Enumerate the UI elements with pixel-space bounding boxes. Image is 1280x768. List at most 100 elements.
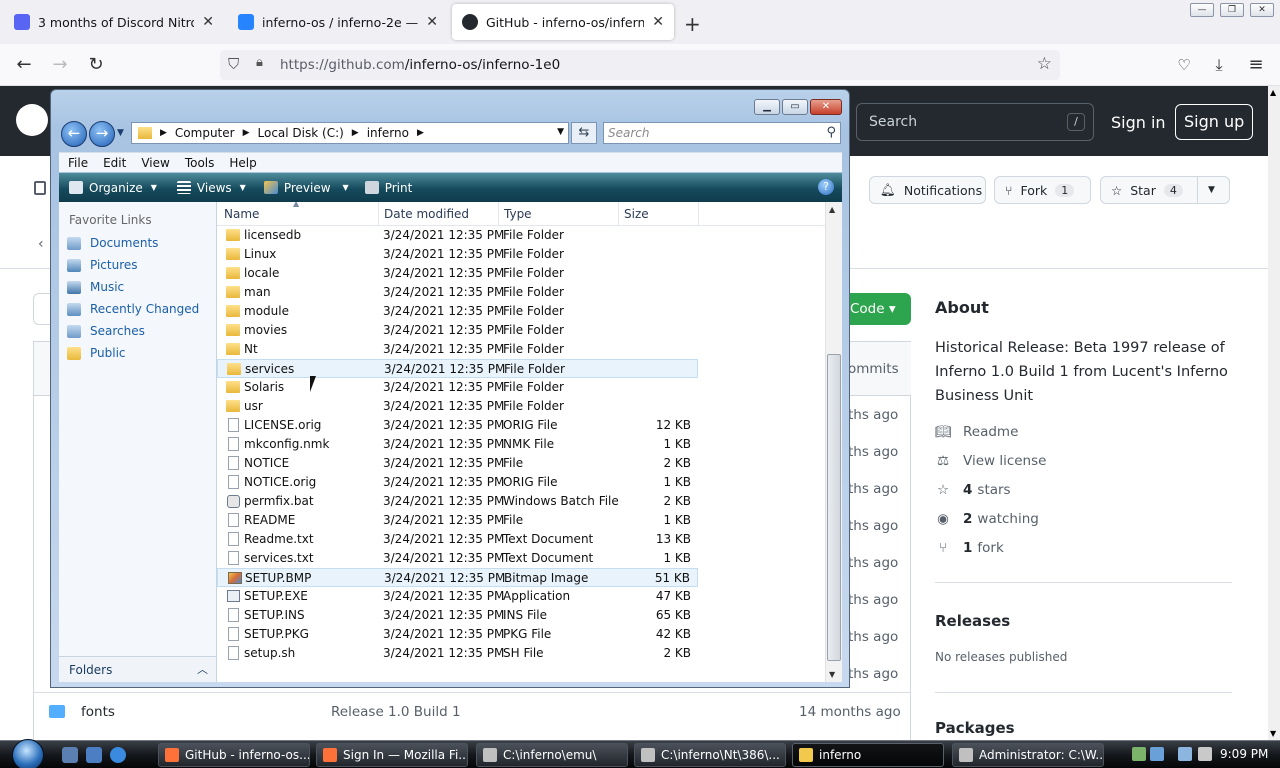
views-button[interactable]: Views ▼ [176, 181, 246, 195]
column-divider[interactable] [378, 202, 379, 226]
folders-toggle[interactable]: Folders ︿ [59, 656, 216, 682]
chevron-left-icon[interactable]: ‹ [38, 236, 44, 252]
breadcrumb-computer[interactable]: Computer [175, 126, 235, 140]
search-input[interactable]: Search / [856, 103, 1094, 141]
shield-icon[interactable]: ⛉ [228, 55, 239, 73]
file-row[interactable]: LICENSE.orig 3/24/2021 12:35 PM ORIG File 1… [217, 416, 698, 435]
file-row[interactable]: SETUP.EXE 3/24/2021 12:35 PM Application 47… [217, 587, 698, 606]
nav-public[interactable]: Public [67, 346, 126, 360]
taskbar-button[interactable]: C:\inferno\emu\ [476, 743, 628, 767]
scroll-down-icon[interactable]: ▼ [1270, 729, 1276, 738]
file-row[interactable]: NOTICE.orig 3/24/2021 12:35 PM ORIG File 1 … [217, 473, 698, 492]
watching-link[interactable]: ◉ 2 watching [935, 509, 1039, 529]
menu-edit[interactable]: Edit [103, 156, 126, 170]
nav-searches[interactable]: Searches [67, 324, 145, 338]
breadcrumb-inferno[interactable]: inferno [367, 126, 409, 140]
search-icon[interactable]: ⚲ [826, 125, 836, 140]
menu-view[interactable]: View [141, 156, 169, 170]
internet-explorer-icon[interactable] [110, 747, 126, 763]
close-button[interactable]: ✕ [810, 99, 842, 115]
sign-up-button[interactable]: Sign up [1175, 104, 1254, 140]
file-row[interactable]: usr 3/24/2021 12:35 PM File Folder [217, 397, 698, 416]
clock[interactable]: 9:09 PM [1220, 747, 1268, 761]
new-tab-button[interactable]: + [684, 12, 701, 36]
sign-in-link[interactable]: Sign in [1111, 113, 1166, 132]
file-row[interactable]: SETUP.BMP 3/24/2021 12:35 PM Bitmap Image 5… [217, 568, 698, 587]
file-row[interactable]: module 3/24/2021 12:35 PM File Folder [217, 302, 698, 321]
browser-close-button[interactable]: ✕ [1250, 3, 1274, 17]
file-list-scrollbar[interactable]: ▲ ▼ [825, 202, 842, 682]
address-bar[interactable]: ▶ Computer ▶ Local Disk (C:) ▶ inferno ▶… [131, 122, 569, 144]
file-row[interactable]: Nt 3/24/2021 12:35 PM File Folder [217, 340, 698, 359]
minimize-button[interactable]: ▁ [754, 99, 780, 115]
network-icon[interactable] [1132, 747, 1146, 761]
file-list[interactable]: ▲ Name Date modified Type Size licensedb… [217, 202, 842, 682]
column-date-modified[interactable]: Date modified [384, 207, 469, 221]
page-scrollbar[interactable]: ▲ ▼ [1268, 86, 1280, 740]
downloads-icon[interactable]: ⤓ [1207, 53, 1231, 77]
readme-link[interactable]: 📖︎ Readme [935, 422, 1018, 442]
file-row[interactable]: services.txt 3/24/2021 12:35 PM Text Docum… [217, 549, 698, 568]
refresh-icon[interactable]: ⇆ [571, 122, 597, 144]
file-name[interactable]: fonts [81, 704, 115, 720]
scroll-up-icon[interactable]: ▲ [1270, 88, 1276, 97]
organize-button[interactable]: Organize ▼ [69, 181, 157, 195]
bookmark-star-icon[interactable]: ☆ [1037, 54, 1052, 74]
taskbar-button[interactable]: Administrator: C:\W... [952, 743, 1104, 767]
reload-icon[interactable]: ↻ [84, 53, 108, 77]
forks-link[interactable]: ⑂ 1 fork [935, 538, 1004, 558]
column-type[interactable]: Type [504, 207, 532, 221]
lock-icon[interactable]: 🔒︎ [256, 55, 263, 70]
nav-recently-changed[interactable]: Recently Changed [67, 302, 199, 316]
column-divider[interactable] [618, 202, 619, 226]
breadcrumb-separator-icon[interactable]: ▶ [417, 128, 424, 138]
browser-tab-discord[interactable]: 3 months of Discord Nitro free | ✕ [4, 4, 224, 40]
file-row[interactable]: movies 3/24/2021 12:35 PM File Folder [217, 321, 698, 340]
monitor-icon[interactable] [1178, 747, 1192, 761]
scroll-down-icon[interactable]: ▼ [829, 670, 835, 679]
file-row[interactable]: permfix.bat 3/24/2021 12:35 PM Windows Bat… [217, 492, 698, 511]
nav-documents[interactable]: Documents [67, 236, 158, 250]
search-input[interactable]: Search ⚲ [603, 122, 841, 144]
close-tab-icon[interactable]: ✕ [202, 14, 214, 30]
breadcrumb-local-disk[interactable]: Local Disk (C:) [258, 126, 344, 140]
browser-minimize-button[interactable]: — [1190, 3, 1214, 17]
file-row[interactable]: README 3/24/2021 12:35 PM File 1 KB [217, 511, 698, 530]
star-dropdown-button[interactable]: ▼ [1197, 176, 1230, 204]
code-button[interactable]: Code ▾ [848, 293, 911, 325]
help-icon[interactable]: ? [818, 179, 834, 195]
file-row[interactable]: locale 3/24/2021 12:35 PM File Folder [217, 264, 698, 283]
file-row[interactable]: SETUP.PKG 3/24/2021 12:35 PM PKG File 42 KB [217, 625, 698, 644]
packages-heading[interactable]: Packages [935, 719, 1015, 737]
explorer-window[interactable]: ▁ ▭ ✕ ← → ▼ ▶ Computer ▶ Local Disk (C:)… [50, 89, 850, 688]
commit-message[interactable]: Release 1.0 Build 1 [331, 704, 461, 720]
scroll-up-icon[interactable]: ▲ [829, 205, 835, 214]
nav-pictures[interactable]: Pictures [67, 258, 138, 272]
preview-button[interactable]: Preview ▼ [263, 181, 349, 195]
taskbar-button[interactable]: inferno [792, 743, 944, 767]
file-row[interactable]: Solaris 3/24/2021 12:35 PM File Folder [217, 378, 698, 397]
recent-pages-dropdown[interactable]: ▼ [117, 128, 124, 138]
commits-link[interactable]: ommits [848, 361, 899, 377]
taskbar-button[interactable]: Sign In — Mozilla Fi... [316, 743, 468, 767]
back-arrow-icon[interactable]: ← [12, 53, 36, 77]
table-row[interactable]: fonts Release 1.0 Build 1 14 months ago [33, 692, 911, 730]
forward-arrow-icon[interactable]: → [89, 121, 115, 147]
fork-button[interactable]: ⑂ Fork 1 [994, 176, 1091, 204]
back-arrow-icon[interactable]: ← [61, 121, 87, 147]
file-row[interactable]: man 3/24/2021 12:35 PM File Folder [217, 283, 698, 302]
file-row[interactable]: mkconfig.nmk 3/24/2021 12:35 PM NMK File 1 … [217, 435, 698, 454]
github-logo-icon[interactable] [16, 104, 48, 136]
column-size[interactable]: Size [624, 207, 649, 221]
breadcrumb-separator-icon[interactable]: ▶ [352, 128, 359, 138]
releases-heading[interactable]: Releases [935, 612, 1010, 630]
file-row[interactable]: licensedb 3/24/2021 12:35 PM File Folder [217, 226, 698, 245]
menu-file[interactable]: File [68, 156, 88, 170]
browser-restore-button[interactable]: ❐ [1220, 3, 1244, 17]
forward-arrow-icon[interactable]: → [48, 53, 72, 77]
file-row[interactable]: setup.sh 3/24/2021 12:35 PM SH File 2 KB [217, 644, 698, 663]
file-row[interactable]: services 3/24/2021 12:35 PM File Folder [217, 359, 698, 378]
print-button[interactable]: Print [364, 181, 412, 195]
url-bar[interactable]: ⛉ 🔒︎ https://github.com/inferno-os/infer… [220, 50, 1060, 80]
menu-tools[interactable]: Tools [185, 156, 215, 170]
